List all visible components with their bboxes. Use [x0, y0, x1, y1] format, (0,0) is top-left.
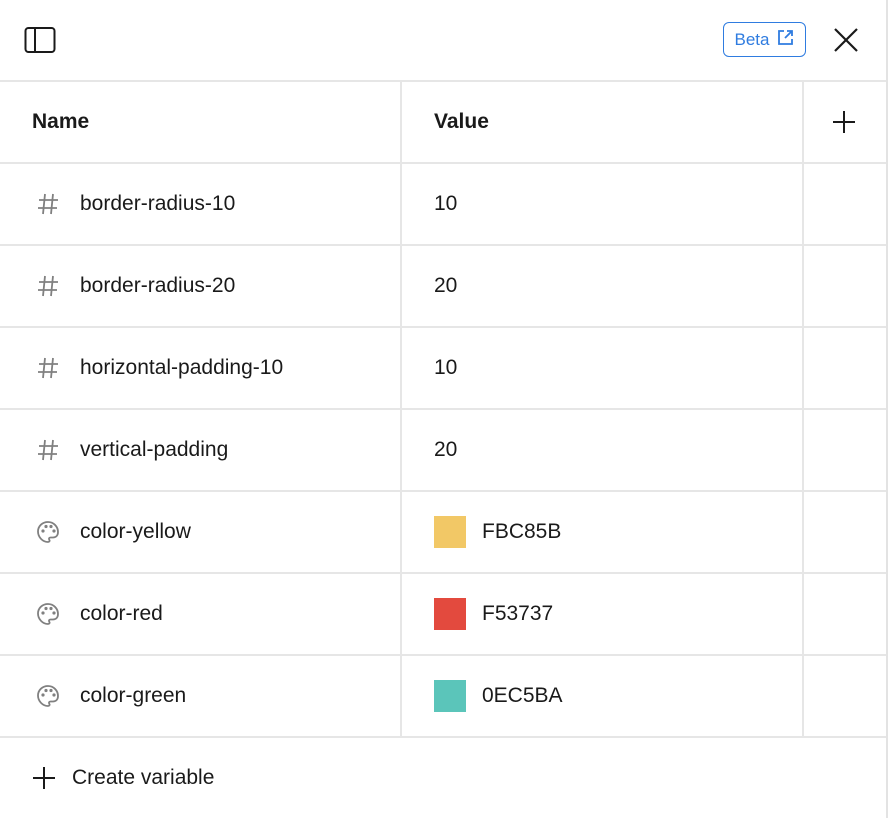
- table-row[interactable]: border-radius-10 10: [0, 164, 886, 246]
- variable-value: 10: [434, 192, 458, 215]
- variable-value: FBC85B: [482, 520, 562, 543]
- table-row[interactable]: vertical-padding 20: [0, 410, 886, 492]
- value-cell[interactable]: FBC85B: [402, 492, 804, 572]
- panel-header: Beta: [0, 0, 886, 82]
- variable-value: 0EC5BA: [482, 684, 563, 707]
- column-header-name: Name: [0, 82, 402, 162]
- palette-icon: [36, 520, 60, 544]
- variable-name: color-red: [80, 602, 163, 625]
- color-swatch[interactable]: [434, 516, 466, 548]
- hash-icon: [36, 438, 60, 462]
- value-cell[interactable]: 20: [402, 410, 804, 490]
- close-icon[interactable]: [832, 26, 860, 54]
- palette-icon: [36, 684, 60, 708]
- variable-value: 20: [434, 438, 458, 461]
- variable-name: color-yellow: [80, 520, 191, 543]
- value-cell[interactable]: 0EC5BA: [402, 656, 804, 736]
- hash-icon: [36, 356, 60, 380]
- variable-name: border-radius-20: [80, 274, 236, 297]
- variable-value: 20: [434, 274, 458, 297]
- value-cell[interactable]: 20: [402, 246, 804, 326]
- value-cell[interactable]: 10: [402, 164, 804, 244]
- variable-name: vertical-padding: [80, 438, 229, 461]
- variable-value: 10: [434, 356, 458, 379]
- variable-value: F53737: [482, 602, 554, 625]
- plus-icon: [32, 766, 56, 790]
- variable-name: border-radius-10: [80, 192, 236, 215]
- table-row[interactable]: horizontal-padding-10 10: [0, 328, 886, 410]
- variable-name: color-green: [80, 684, 187, 707]
- hash-icon: [36, 274, 60, 298]
- beta-badge-link[interactable]: Beta: [723, 22, 806, 57]
- create-variable-button[interactable]: Create variable: [0, 738, 886, 818]
- table-row[interactable]: color-red F53737: [0, 574, 886, 656]
- sidebar-toggle-icon[interactable]: [24, 26, 56, 54]
- hash-icon: [36, 192, 60, 216]
- create-variable-label: Create variable: [72, 766, 215, 789]
- add-column-cell: [804, 82, 886, 162]
- variable-name: horizontal-padding-10: [80, 356, 284, 379]
- palette-icon: [36, 602, 60, 626]
- table-row[interactable]: border-radius-20 20: [0, 246, 886, 328]
- color-swatch[interactable]: [434, 680, 466, 712]
- column-header-value: Value: [402, 82, 804, 162]
- external-link-icon: [777, 29, 794, 51]
- add-column-plus-icon[interactable]: [832, 110, 856, 134]
- beta-label: Beta: [734, 29, 770, 49]
- value-cell[interactable]: F53737: [402, 574, 804, 654]
- table-row[interactable]: color-yellow FBC85B: [0, 492, 886, 574]
- value-cell[interactable]: 10: [402, 328, 804, 408]
- variables-panel: Beta Name Value border-radius-10 10 bord…: [0, 0, 888, 818]
- variables-table: Name Value border-radius-10 10 border-ra…: [0, 82, 886, 738]
- table-header-row: Name Value: [0, 82, 886, 164]
- table-row[interactable]: color-green 0EC5BA: [0, 656, 886, 738]
- color-swatch[interactable]: [434, 598, 466, 630]
